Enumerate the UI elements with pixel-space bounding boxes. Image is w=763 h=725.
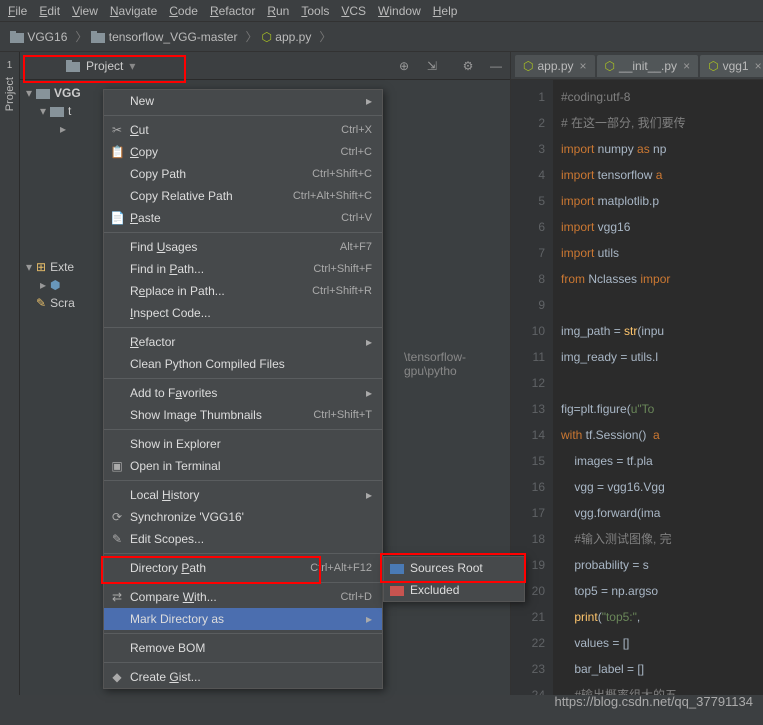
menu-icon: 📄 xyxy=(110,211,124,225)
menu-navigate[interactable]: Navigate xyxy=(110,4,157,18)
editor-area: ⬡app.py×⬡__init__.py×⬡vgg1× 123456789101… xyxy=(510,52,763,695)
menu-item-synchronize-vgg16-[interactable]: ⟳Synchronize 'VGG16' xyxy=(104,506,382,528)
menu-item-open-in-terminal[interactable]: ▣Open in Terminal xyxy=(104,455,382,477)
sidebar-tab-label[interactable]: Project xyxy=(4,77,16,111)
lib-path-text: \tensorflow-gpu\pytho xyxy=(404,350,510,378)
watermark: https://blog.csdn.net/qq_37791134 xyxy=(554,694,753,709)
close-icon[interactable]: × xyxy=(683,59,690,73)
close-icon[interactable]: × xyxy=(580,59,587,73)
menu-item-cut[interactable]: ✂CutCtrl+X xyxy=(104,119,382,141)
menu-item-replace-in-path-[interactable]: Replace in Path...Ctrl+Shift+R xyxy=(104,280,382,302)
menu-item-find-usages[interactable]: Find UsagesAlt+F7 xyxy=(104,236,382,258)
folder-icon xyxy=(390,563,404,573)
breadcrumb-sep: 〉 xyxy=(75,28,87,45)
menu-view[interactable]: View xyxy=(72,4,98,18)
tab-apppy[interactable]: ⬡app.py× xyxy=(515,55,595,77)
menu-item-create-gist-[interactable]: ◆Create Gist... xyxy=(104,666,382,688)
breadcrumb-file[interactable]: ⬡ app.py xyxy=(261,30,311,44)
menu-icon: ⇄ xyxy=(110,590,124,604)
menu-item-compare-with-[interactable]: ⇄Compare With...Ctrl+D xyxy=(104,586,382,608)
breadcrumb-folder[interactable]: tensorflow_VGG-master xyxy=(91,30,237,44)
project-dropdown[interactable]: Project ▾ xyxy=(66,59,135,73)
menu-item-copy-relative-path[interactable]: Copy Relative PathCtrl+Alt+Shift+C xyxy=(104,185,382,207)
menu-tools[interactable]: Tools xyxy=(301,4,329,18)
tab-__init__py[interactable]: ⬡__init__.py× xyxy=(597,55,699,77)
menu-icon: ✎ xyxy=(110,532,124,546)
menu-icon: ⟳ xyxy=(110,510,124,524)
menu-item-local-history[interactable]: Local History▸ xyxy=(104,484,382,506)
menu-item-clean-python-compiled-files[interactable]: Clean Python Compiled Files xyxy=(104,353,382,375)
menu-run[interactable]: Run xyxy=(267,4,289,18)
menu-item-inspect-code-[interactable]: Inspect Code... xyxy=(104,302,382,324)
menu-help[interactable]: Help xyxy=(433,4,458,18)
code[interactable]: #coding:utf-8# 在这一部分, 我们要传import numpy a… xyxy=(553,80,763,695)
menu-item-show-image-thumbnails[interactable]: Show Image ThumbnailsCtrl+Shift+T xyxy=(104,404,382,426)
breadcrumb-sep: 〉 xyxy=(319,28,331,45)
menu-item-copy[interactable]: 📋CopyCtrl+C xyxy=(104,141,382,163)
menu-item-remove-bom[interactable]: Remove BOM xyxy=(104,637,382,659)
menu-item-new[interactable]: New▸ xyxy=(104,90,382,112)
breadcrumb-sep: 〉 xyxy=(245,28,257,45)
submenu-excluded[interactable]: Excluded xyxy=(384,579,524,601)
menu-item-paste[interactable]: 📄PasteCtrl+V xyxy=(104,207,382,229)
editor-tabs: ⬡app.py×⬡__init__.py×⬡vgg1× xyxy=(511,52,763,80)
close-icon[interactable]: × xyxy=(755,59,762,73)
menu-file[interactable]: File xyxy=(8,4,27,18)
breadcrumb: VGG16 〉 tensorflow_VGG-master 〉 ⬡ app.py… xyxy=(0,22,763,52)
collapse-icon[interactable]: ⇲ xyxy=(422,56,442,76)
menu-icon: ✂ xyxy=(110,123,124,137)
tab-vgg1[interactable]: ⬡vgg1× xyxy=(700,55,763,77)
submenu-sources-root[interactable]: Sources Root xyxy=(384,557,524,579)
menubar: File Edit View Navigate Code Refactor Run Tools… xyxy=(0,0,763,22)
menu-item-add-to-favorites[interactable]: Add to Favorites▸ xyxy=(104,382,382,404)
menu-edit[interactable]: Edit xyxy=(39,4,60,18)
menu-item-directory-path[interactable]: Directory PathCtrl+Alt+F12 xyxy=(104,557,382,579)
menu-window[interactable]: Window xyxy=(378,4,421,18)
menu-code[interactable]: Code xyxy=(169,4,198,18)
mark-directory-submenu: Sources RootExcluded xyxy=(383,556,525,602)
menu-item-mark-directory-as[interactable]: Mark Directory as▸ xyxy=(104,608,382,630)
breadcrumb-root[interactable]: VGG16 xyxy=(10,30,67,44)
menu-item-refactor[interactable]: Refactor▸ xyxy=(104,331,382,353)
folder-icon xyxy=(390,585,404,595)
menu-item-find-in-path-[interactable]: Find in Path...Ctrl+Shift+F xyxy=(104,258,382,280)
target-icon[interactable]: ⊕ xyxy=(394,56,414,76)
menu-icon: 📋 xyxy=(110,145,124,159)
gutter: 1234567891011121314151617181920212223242… xyxy=(511,80,553,695)
menu-item-copy-path[interactable]: Copy PathCtrl+Shift+C xyxy=(104,163,382,185)
menu-refactor[interactable]: Refactor xyxy=(210,4,255,18)
sidebar-tab[interactable]: 1 Project xyxy=(0,52,20,695)
hide-icon[interactable]: — xyxy=(486,56,506,76)
context-menu: New▸ ✂CutCtrl+X📋CopyCtrl+CCopy PathCtrl+S… xyxy=(103,89,383,689)
menu-icon: ◆ xyxy=(110,670,124,684)
menu-item-edit-scopes-[interactable]: ✎Edit Scopes... xyxy=(104,528,382,550)
menu-icon: ▣ xyxy=(110,459,124,473)
menu-item-show-in-explorer[interactable]: Show in Explorer xyxy=(104,433,382,455)
sidebar-index: 1 xyxy=(7,60,13,71)
menu-vcs[interactable]: VCS xyxy=(341,4,366,18)
gear-icon[interactable]: ⚙ xyxy=(458,56,478,76)
